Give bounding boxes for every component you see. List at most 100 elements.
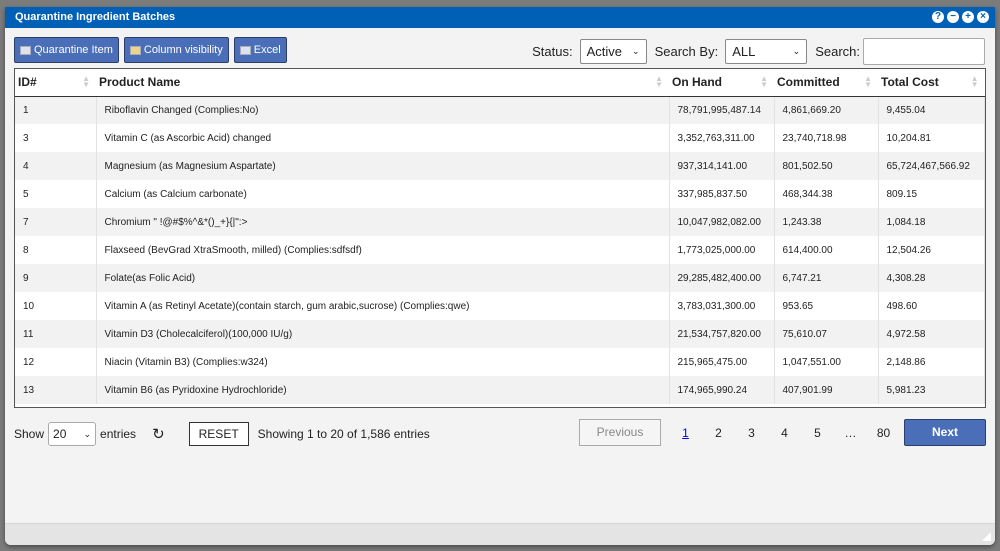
title-bar: Quarantine Ingredient Batches ? − + ×: [5, 7, 995, 28]
column-header-label: Committed: [777, 75, 840, 90]
table-cell: 12,504.26: [878, 236, 985, 264]
sort-icon[interactable]: ▲ ▼: [655, 75, 663, 89]
table-cell: 498.60: [878, 292, 985, 320]
search-input[interactable]: [863, 38, 985, 65]
column-header-label: ID#: [18, 75, 37, 90]
status-value: Active: [586, 44, 622, 59]
table-cell: Vitamin D3 (Cholecalciferol)(100,000 IU/…: [96, 320, 670, 348]
previous-button[interactable]: Previous: [579, 419, 661, 446]
table-cell: Flaxseed (BevGrad XtraSmooth, milled) (C…: [96, 236, 670, 264]
search-label: Search:: [815, 44, 860, 59]
page-link[interactable]: 1: [669, 426, 702, 440]
pagination: Previous 1 2 3 4 5 … 80 Next: [579, 419, 986, 446]
column-header[interactable]: Product Name ▲ ▼: [96, 69, 669, 97]
table-cell: 10: [15, 292, 97, 320]
table-cell: 2,148.86: [878, 348, 985, 376]
column-header[interactable]: On Hand ▲ ▼: [669, 69, 774, 97]
table-row[interactable]: 13 Vitamin B6 (as Pyridoxine Hydrochlorid…: [15, 376, 985, 404]
table-row[interactable]: 12 Niacin (Vitamin B3) (Complies:w324) 215…: [15, 348, 985, 376]
table-cell: 29,285,482,400.00: [669, 264, 775, 292]
table-cell: 4,861,669.20: [774, 96, 879, 124]
table-cell: Chromium " !@#$%^&*()_+}{|":>: [96, 208, 670, 236]
page-link[interactable]: 5: [801, 426, 834, 440]
table-cell: 3: [15, 124, 97, 152]
table-cell: 4,308.28: [878, 264, 985, 292]
window-title: Quarantine Ingredient Batches: [15, 11, 176, 23]
table-cell: 407,901.99: [774, 376, 879, 404]
table-cell: Folate(as Folic Acid): [96, 264, 670, 292]
table-cell: 1,047,551.00: [774, 348, 879, 376]
page-size-select[interactable]: 20 ⌄: [48, 422, 97, 446]
list-icon: [20, 45, 31, 55]
maximize-icon[interactable]: +: [962, 11, 974, 23]
next-button[interactable]: Next: [904, 419, 986, 446]
table-row[interactable]: 4 Magnesium (as Magnesium Aspartate) 937,3…: [15, 152, 985, 180]
table-cell: 801,502.50: [774, 152, 879, 180]
table-row[interactable]: 9 Folate(as Folic Acid) 29,285,482,400.00 6…: [15, 264, 985, 292]
search-by-select[interactable]: ALL ⌄: [725, 39, 808, 64]
table-row[interactable]: 11 Vitamin D3 (Cholecalciferol)(100,000 I…: [15, 320, 985, 348]
table-row[interactable]: 1 Riboflavin Changed (Complies:No) 78,791,…: [15, 96, 985, 124]
table-cell: 5: [15, 180, 97, 208]
button-label: Excel: [253, 44, 281, 56]
list-icon: [239, 45, 251, 55]
close-icon[interactable]: ×: [977, 11, 989, 23]
table-cell: 3,783,031,300.00: [669, 292, 775, 320]
sort-icon[interactable]: ▲ ▼: [864, 75, 872, 89]
table-cell: 953.65: [774, 292, 879, 320]
search-by-label: Search By:: [654, 44, 719, 59]
status-label: Status:: [532, 44, 573, 59]
edit-icon: [129, 45, 141, 55]
status-select[interactable]: Active ⌄: [579, 39, 647, 64]
column-header[interactable]: Total Cost ▲ ▼: [878, 69, 985, 97]
page-link[interactable]: 4: [768, 426, 801, 440]
table-cell: 3,352,763,311.00: [669, 124, 775, 152]
show-label: Show: [14, 427, 45, 441]
table-cell: 1,243.38: [774, 208, 879, 236]
column-visibility-button[interactable]: Column visibility: [123, 37, 229, 63]
table-cell: 7: [15, 208, 97, 236]
resize-grip-icon[interactable]: [982, 532, 991, 541]
sort-icon[interactable]: ▲ ▼: [760, 75, 768, 89]
table-cell: Vitamin B6 (as Pyridoxine Hydrochloride): [96, 376, 670, 404]
status-bar: [5, 523, 995, 545]
minimize-icon[interactable]: −: [947, 11, 959, 23]
page-link[interactable]: 3: [735, 426, 768, 440]
button-label: Column visibility: [143, 44, 223, 56]
table-row[interactable]: 7 Chromium " !@#$%^&*()_+}{|":> 10,047,982…: [15, 208, 985, 236]
table-cell: 9,455.04: [878, 96, 985, 124]
table-row[interactable]: 5 Calcium (as Calcium carbonate) 337,985,8…: [15, 180, 985, 208]
search-by-value: ALL: [732, 44, 756, 59]
page-link[interactable]: 80: [867, 426, 900, 440]
excel-button[interactable]: Excel: [233, 37, 287, 63]
table-cell: 21,534,757,820.00: [669, 320, 775, 348]
page-link: …: [844, 425, 857, 440]
table-row[interactable]: 10 Vitamin A (as Retinyl Acetate)(contain…: [15, 292, 985, 320]
table-cell: 1,084.18: [878, 208, 985, 236]
table-cell: 10,204.81: [878, 124, 985, 152]
table-cell: 4: [15, 152, 97, 180]
table-row[interactable]: 3 Vitamin C (as Ascorbic Acid) changed 3,3…: [15, 124, 985, 152]
column-header[interactable]: Committed ▲ ▼: [774, 69, 878, 97]
quarantine-item-button[interactable]: Quarantine Item: [14, 37, 119, 63]
table-cell: 174,965,990.24: [669, 376, 775, 404]
table-cell: Riboflavin Changed (Complies:No): [96, 96, 670, 124]
sort-icon[interactable]: ▲ ▼: [82, 75, 90, 89]
table-cell: 12: [15, 348, 97, 376]
chevron-down-icon: ⌄: [792, 46, 801, 56]
table-cell: 468,344.38: [774, 180, 879, 208]
sort-icon[interactable]: ▲ ▼: [971, 75, 979, 89]
page-link[interactable]: 2: [702, 426, 735, 440]
table-cell: Vitamin C (as Ascorbic Acid) changed: [96, 124, 670, 152]
table-row[interactable]: 8 Flaxseed (BevGrad XtraSmooth, milled) (…: [15, 236, 985, 264]
table-cell: Niacin (Vitamin B3) (Complies:w324): [96, 348, 670, 376]
column-header[interactable]: ID# ▲ ▼: [15, 69, 96, 97]
help-icon[interactable]: ?: [932, 11, 944, 23]
refresh-icon[interactable]: ↻: [152, 425, 165, 443]
button-label: Quarantine Item: [34, 44, 113, 56]
entries-label: entries: [100, 427, 137, 441]
table-cell: 1: [15, 96, 97, 124]
table-cell: 5,981.23: [878, 376, 985, 404]
reset-button[interactable]: RESET: [188, 422, 249, 446]
chevron-down-icon: ⌄: [632, 46, 640, 56]
